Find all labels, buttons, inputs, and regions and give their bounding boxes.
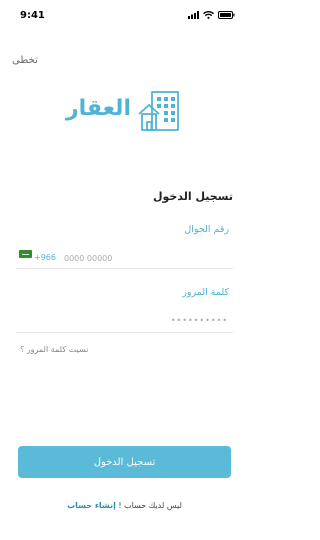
password-input[interactable] [20, 313, 228, 327]
battery-icon [218, 11, 235, 19]
country-code[interactable]: +966 [34, 253, 56, 262]
password-field [16, 310, 233, 333]
login-title: تسجيل الدخول [152, 190, 233, 203]
skip-button[interactable]: تخطى [12, 55, 38, 66]
app-logo: العقار [62, 86, 187, 136]
signal-icon [188, 11, 199, 19]
phone-input[interactable] [64, 251, 224, 265]
logo-text: العقار [66, 96, 131, 121]
phone-field: +966 [16, 246, 233, 269]
no-account-text: ليس لديك حساب ! [118, 501, 182, 510]
password-label: كلمة المرور [182, 287, 229, 298]
login-button[interactable]: تسجيل الدخول [18, 446, 231, 478]
login-screen: 9:41 تخطى العقار تسجيل الدخول رقم الجوال… [0, 0, 249, 540]
status-icons [188, 11, 235, 19]
wifi-icon [203, 11, 214, 19]
forgot-password-link[interactable]: نسيت كلمة المرور ؟ [20, 345, 88, 354]
signup-prompt: ليس لديك حساب ! إنشاء حساب [0, 501, 249, 510]
building-icon [138, 91, 179, 131]
saudi-flag-icon[interactable] [19, 250, 32, 258]
create-account-link[interactable]: إنشاء حساب [67, 501, 116, 510]
phone-label: رقم الجوال [184, 224, 229, 235]
status-time: 9:41 [20, 10, 45, 21]
status-bar: 9:41 [0, 0, 249, 28]
